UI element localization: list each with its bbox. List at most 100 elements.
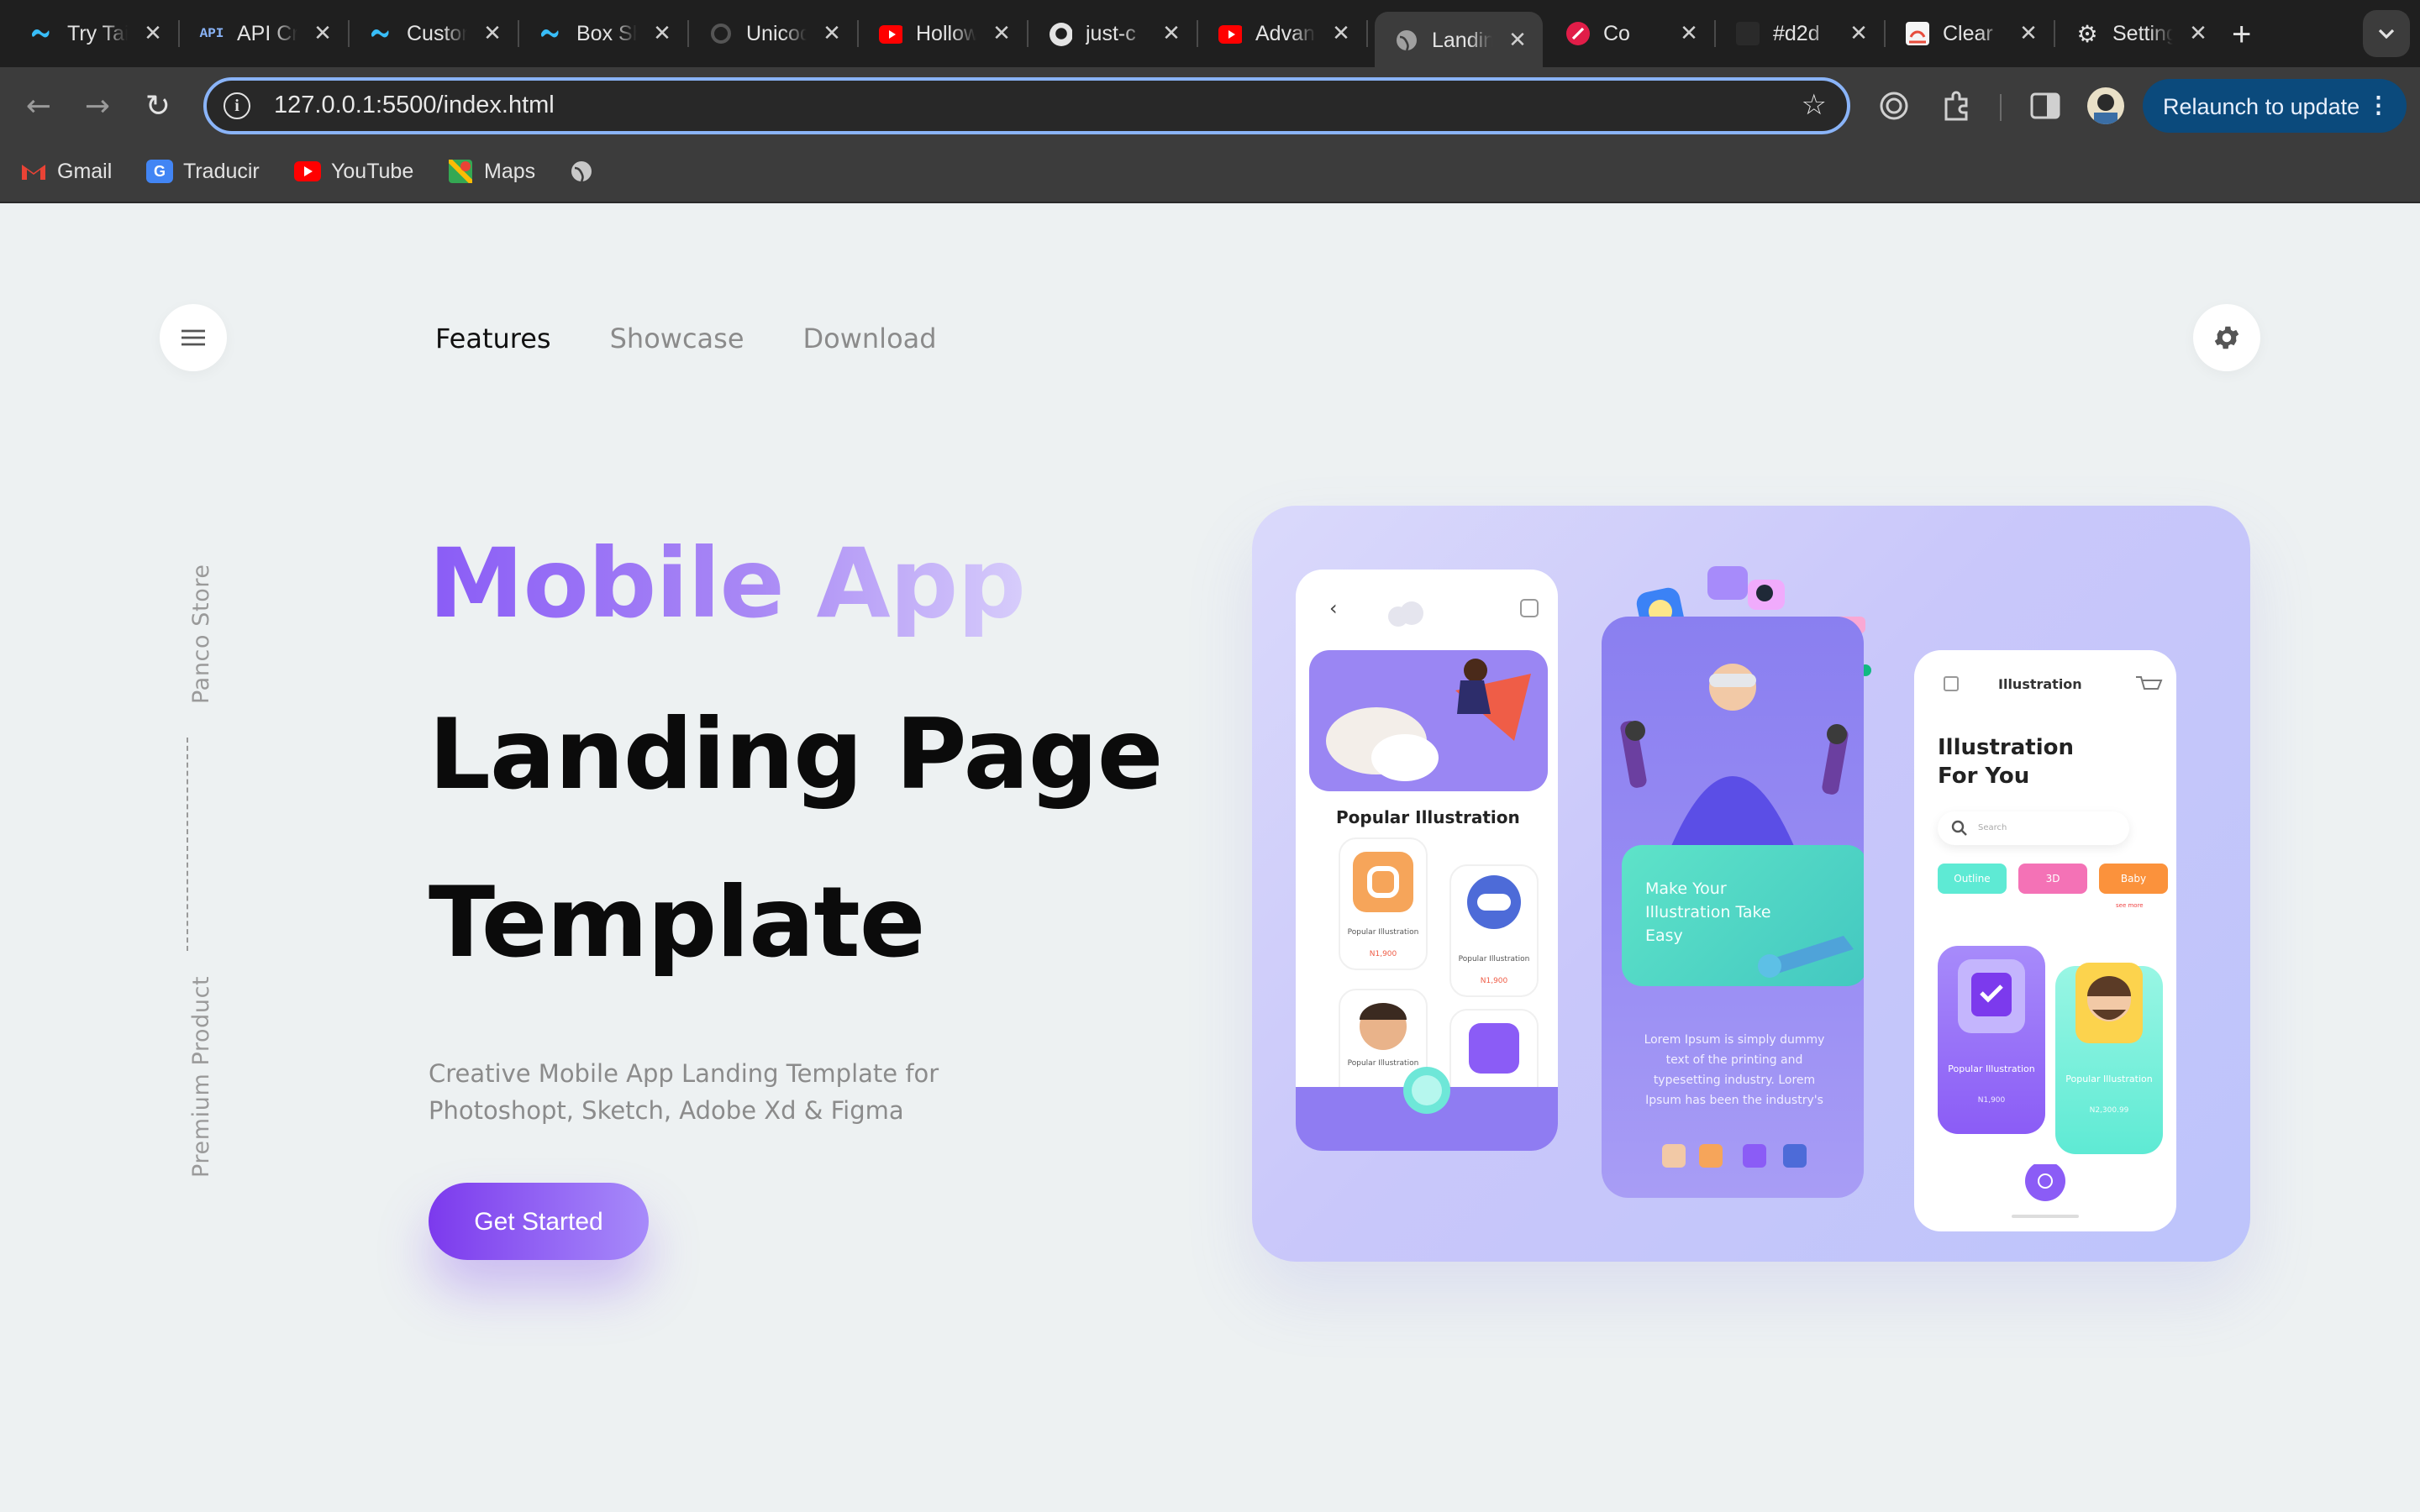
nav-download[interactable]: Download bbox=[803, 323, 937, 354]
info-icon[interactable]: i bbox=[224, 92, 250, 119]
close-icon[interactable]: ✕ bbox=[990, 20, 1013, 47]
close-icon[interactable]: ✕ bbox=[650, 20, 674, 47]
browser-tabstrip: Try Tailwind ✕ API API Credentials ✕ Cus… bbox=[0, 0, 2420, 67]
phone3-card-price: N2,300.99 bbox=[2089, 1107, 2129, 1116]
bookmark-gmail[interactable]: Gmail bbox=[20, 160, 112, 183]
new-tab-button[interactable]: + bbox=[2232, 17, 2251, 55]
close-icon[interactable]: ✕ bbox=[2017, 20, 2040, 47]
spinner-icon bbox=[709, 22, 733, 45]
arrow-left-icon: ← bbox=[25, 88, 52, 123]
nav-features[interactable]: Features bbox=[435, 323, 551, 354]
bookmark-label: Gmail bbox=[57, 160, 113, 183]
close-icon[interactable]: ✕ bbox=[1677, 20, 1701, 47]
tab-label: Co bbox=[1603, 22, 1630, 45]
tab-label: #d2d bbox=[1773, 22, 1820, 45]
youtube-icon bbox=[1218, 22, 1242, 45]
tab[interactable]: ⚙ Settings ✕ bbox=[2055, 12, 2223, 55]
avatar[interactable] bbox=[2087, 87, 2124, 124]
tab[interactable]: Try Tailwind ✕ bbox=[10, 12, 180, 55]
bookmark-label: YouTube bbox=[331, 160, 414, 183]
tab-label: Clear bbox=[1943, 22, 1993, 45]
chevron-down-icon bbox=[2378, 29, 2395, 39]
close-icon[interactable]: ✕ bbox=[141, 20, 165, 47]
extensions-icon[interactable] bbox=[1939, 89, 1973, 123]
phone3-header: Illustration bbox=[1998, 677, 2082, 692]
tab-search-button[interactable] bbox=[2363, 10, 2410, 57]
tab[interactable]: Advanced ✕ bbox=[1198, 12, 1368, 55]
tailwind-icon bbox=[539, 22, 563, 45]
close-icon[interactable]: ✕ bbox=[2186, 20, 2210, 47]
phone3-see-more: see more bbox=[2116, 902, 2144, 909]
tab[interactable]: Hollow ✕ bbox=[859, 12, 1028, 55]
tab-label: Try Tailwind bbox=[67, 22, 128, 45]
tab[interactable]: Co ✕ bbox=[1546, 12, 1716, 55]
forward-button[interactable]: → bbox=[79, 87, 116, 124]
close-icon[interactable]: ✕ bbox=[1506, 26, 1529, 53]
bookmark-globe[interactable] bbox=[568, 160, 605, 183]
side-text-product: Premium Product bbox=[188, 975, 215, 1178]
main-nav: Features Showcase Download bbox=[435, 323, 937, 354]
bookmark-star-icon[interactable]: ☆ bbox=[1802, 89, 1828, 123]
arrow-right-icon: → bbox=[84, 88, 111, 123]
settings-button[interactable] bbox=[2193, 304, 2260, 371]
hero-description: Creative Mobile App Landing Template for… bbox=[429, 1062, 939, 1126]
tab[interactable]: just-c ✕ bbox=[1028, 12, 1198, 55]
tab-label: Customize bbox=[407, 22, 467, 45]
get-started-button[interactable]: Get Started bbox=[429, 1183, 649, 1260]
bookmark-youtube[interactable]: YouTube bbox=[294, 160, 413, 183]
side-text-store: Panco Store bbox=[188, 564, 215, 704]
reload-button[interactable]: ↻ bbox=[139, 87, 176, 124]
bookmark-traducir[interactable]: G Traducir bbox=[146, 160, 260, 183]
gear-icon: ⚙ bbox=[2076, 19, 2098, 46]
address-bar[interactable]: i 127.0.0.1:5500/index.html ☆ bbox=[203, 77, 1850, 134]
mockup-phone-2: Make Your Illustration Take Easy Lorem I… bbox=[1602, 617, 1864, 1198]
close-icon[interactable]: ✕ bbox=[311, 20, 334, 47]
phone3-card-label: Popular Illustration bbox=[1948, 1065, 2035, 1075]
phone3-title: Illustration For You bbox=[1938, 736, 2074, 790]
tab[interactable]: #d2d ✕ bbox=[1716, 12, 1886, 55]
relaunch-button[interactable]: Relaunch to update ⋮ bbox=[2143, 79, 2407, 133]
globe-icon bbox=[568, 160, 595, 183]
phone3-chips: Outline 3D Baby bbox=[1938, 864, 2168, 894]
target-icon[interactable] bbox=[1877, 89, 1911, 123]
phone3-search: Search bbox=[1938, 811, 2129, 845]
youtube-icon bbox=[294, 160, 321, 183]
app-mockup-image: ‹ Popular Illustration Popular Illustrat… bbox=[1252, 506, 2250, 1262]
mockup-phone-3: Illustration Illustration For You Search… bbox=[1914, 650, 2176, 1231]
tab[interactable]: Box Shadow ✕ bbox=[519, 12, 689, 55]
bookmark-maps[interactable]: Maps bbox=[447, 160, 535, 183]
clear-icon bbox=[1906, 22, 1929, 45]
phone1-card-label: Popular Illustration bbox=[1347, 929, 1419, 937]
chip: Baby bbox=[2099, 864, 2168, 894]
tab-label: Box Shadow bbox=[576, 22, 637, 45]
menu-button[interactable] bbox=[160, 304, 227, 371]
tab-active[interactable]: Landing ✕ bbox=[1375, 12, 1543, 67]
close-icon[interactable]: ✕ bbox=[1160, 20, 1183, 47]
tab[interactable]: Clear ✕ bbox=[1886, 12, 2055, 55]
tab-label: Settings bbox=[2112, 22, 2173, 45]
chip: Outline bbox=[1938, 864, 2007, 894]
side-panel-icon[interactable] bbox=[2028, 89, 2062, 123]
close-icon[interactable]: ✕ bbox=[1847, 20, 1870, 47]
close-icon[interactable]: ✕ bbox=[481, 20, 504, 47]
url-text[interactable]: 127.0.0.1:5500/index.html bbox=[274, 92, 555, 119]
close-icon[interactable]: ✕ bbox=[1329, 20, 1353, 47]
nav-showcase[interactable]: Showcase bbox=[610, 323, 744, 354]
tailwind-icon bbox=[370, 22, 393, 45]
youtube-icon bbox=[879, 22, 902, 45]
bookmarks-bar: Gmail G Traducir YouTube Maps bbox=[0, 144, 2420, 203]
browser-toolbar: ← → ↻ i 127.0.0.1:5500/index.html ☆ Rela… bbox=[0, 67, 2420, 144]
reload-icon: ↻ bbox=[145, 88, 171, 123]
hero-title-line3: Template bbox=[429, 865, 925, 979]
tailwind-icon bbox=[30, 22, 54, 45]
tab[interactable]: Customize ✕ bbox=[350, 12, 519, 55]
bookmark-label: Traducir bbox=[183, 160, 260, 183]
tab-label: Advanced bbox=[1255, 22, 1316, 45]
tab[interactable]: API API Credentials ✕ bbox=[180, 12, 350, 55]
more-vert-icon[interactable]: ⋮ bbox=[2367, 92, 2390, 119]
mockup-phone-1: ‹ Popular Illustration Popular Illustrat… bbox=[1296, 570, 1558, 1151]
back-button[interactable]: ← bbox=[20, 87, 57, 124]
phone2-body: Lorem Ipsum is simply dummy text of the … bbox=[1644, 1033, 1825, 1107]
close-icon[interactable]: ✕ bbox=[820, 20, 844, 47]
tab[interactable]: Unicode ✕ bbox=[689, 12, 859, 55]
